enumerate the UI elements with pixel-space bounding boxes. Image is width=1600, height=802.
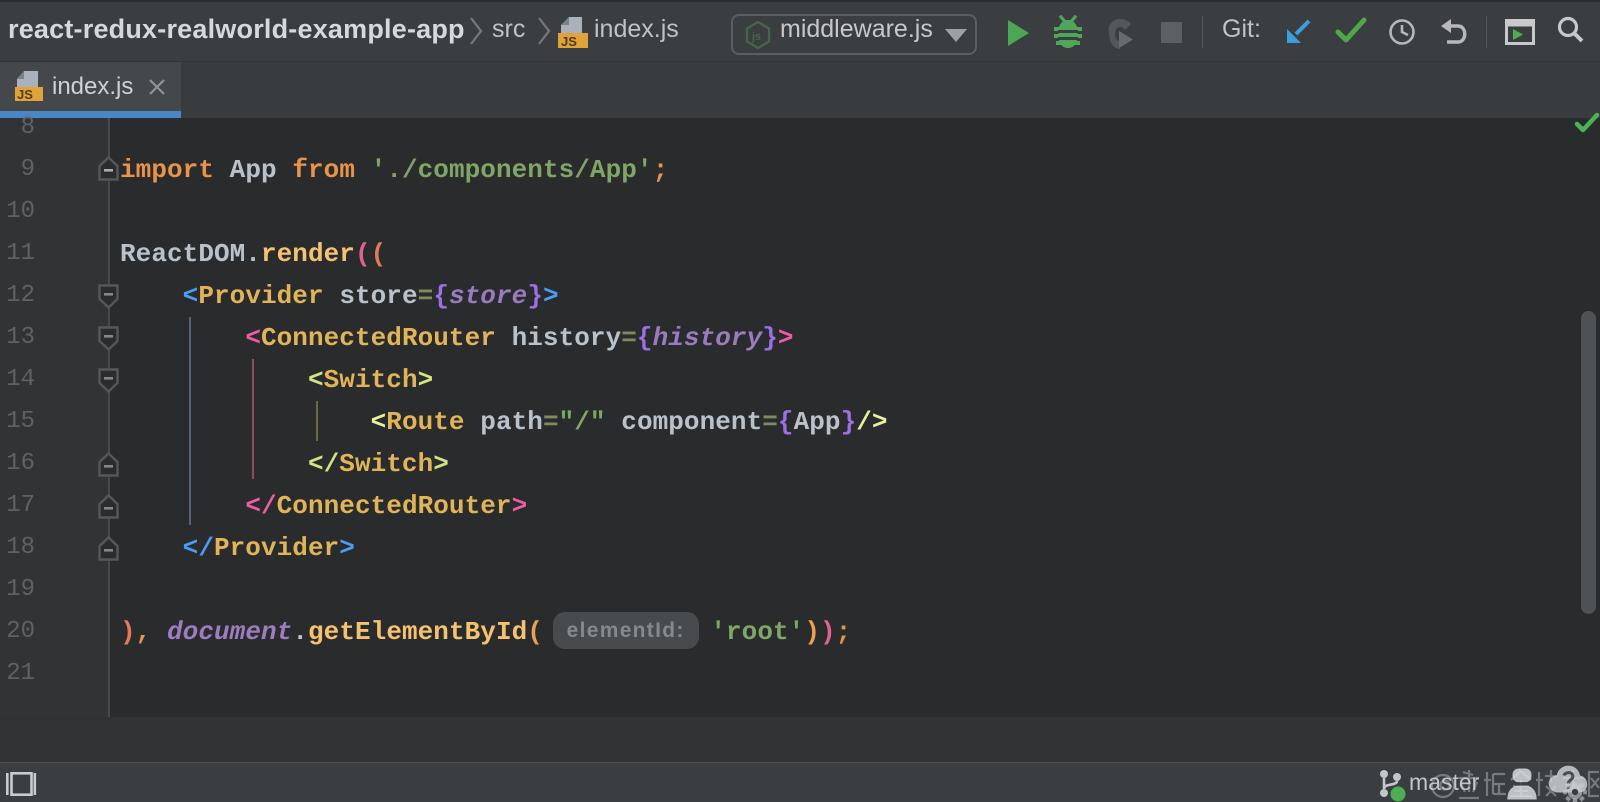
svg-text:JS: JS <box>561 34 577 49</box>
svg-text:js: js <box>751 31 761 43</box>
svg-text:JS: JS <box>17 87 33 102</box>
